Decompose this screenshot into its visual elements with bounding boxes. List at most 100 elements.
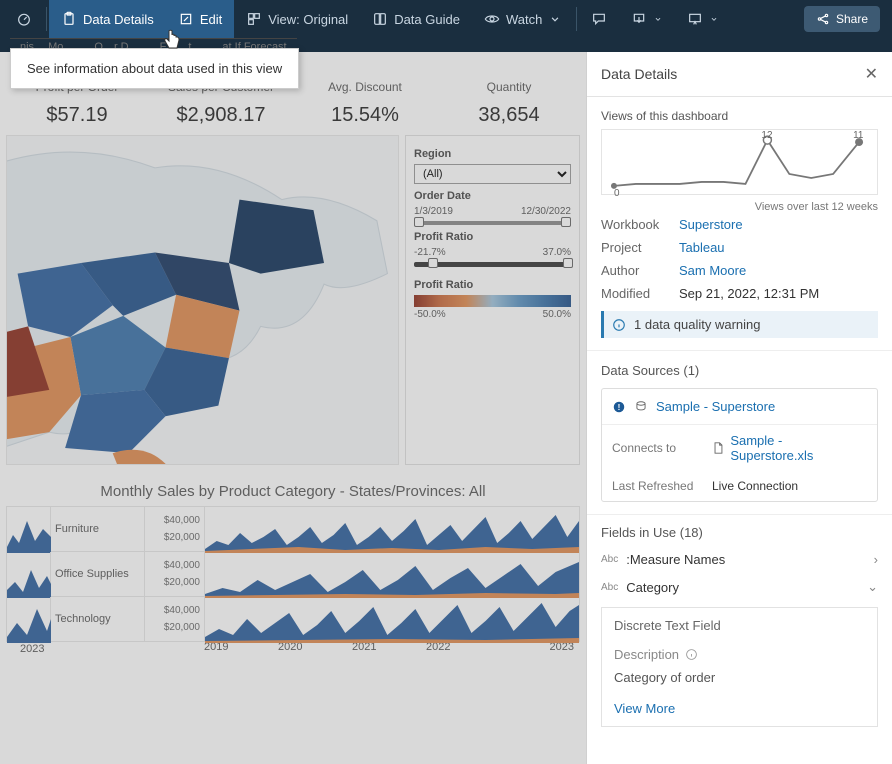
tooltip-text: See information about data used in this … — [27, 61, 282, 76]
meta-key: Workbook — [601, 217, 679, 232]
chevron-right-icon: › — [874, 552, 878, 567]
field-row-measure-names[interactable]: Abc :Measure Names › — [587, 546, 892, 573]
monthly-sales-chart[interactable]: Furniture $40,000 $20,000 Office Supplies… — [0, 506, 586, 659]
map-viz[interactable] — [6, 135, 399, 465]
ds-refreshed-key: Last Refreshed — [612, 479, 712, 493]
filter-orderdate-label: Order Date — [414, 190, 571, 202]
views-sparkline: 0 12 11 — [601, 129, 878, 195]
chart-category-furniture: Furniture — [51, 507, 145, 551]
toolbar-comment[interactable] — [579, 0, 619, 38]
top-toolbar: Data Details Edit View: Original Data Gu… — [0, 0, 892, 38]
kpi-value: 38,654 — [442, 104, 576, 127]
description-label: Description — [614, 647, 679, 662]
field-description: Category of order — [614, 670, 865, 685]
alert-icon: ! — [612, 400, 626, 414]
meta-key: Author — [601, 263, 679, 278]
toolbar-view-label: View: Original — [268, 12, 348, 27]
y-tick: $20,000 — [164, 577, 200, 588]
legend-gradient — [414, 295, 571, 307]
comment-icon — [591, 11, 607, 27]
tooltip-data-details: See information about data used in this … — [10, 48, 299, 89]
filter-region-select[interactable]: (All) — [414, 164, 571, 184]
grid-icon — [246, 11, 262, 27]
x-year: 2020 — [278, 641, 352, 655]
ds-connects-link[interactable]: Sample - Superstore.xls — [730, 433, 867, 463]
panel-title: Data Details — [601, 66, 677, 82]
slider-profit-ratio[interactable] — [414, 262, 571, 267]
y-tick: $20,000 — [164, 622, 200, 633]
meta-project-link[interactable]: Tableau — [679, 240, 725, 255]
kpi-value: $2,908.17 — [154, 104, 288, 127]
toolbar-data-guide[interactable]: Data Guide — [360, 0, 472, 38]
profitratio-from: -21.7% — [414, 247, 446, 258]
spark-first-label: 0 — [614, 188, 620, 196]
toolbar-separator — [46, 7, 47, 31]
chart-category-office: Office Supplies — [51, 552, 145, 596]
dashboard-viewport: Profit per Order $57.19 Sales per Custom… — [0, 52, 586, 764]
toolbar-watch[interactable]: Watch — [472, 0, 574, 38]
kpi-avg-discount: Avg. Discount 15.54% — [298, 80, 432, 127]
toolbar-separator — [576, 7, 577, 31]
toolbar-data-details[interactable]: Data Details — [49, 0, 166, 38]
edit-icon — [178, 11, 194, 27]
y-tick: $40,000 — [164, 560, 200, 571]
field-name: Category — [626, 580, 679, 595]
field-name: :Measure Names — [626, 552, 725, 567]
left-year-axis: 2023 — [6, 641, 50, 655]
speedometer-icon — [16, 11, 32, 27]
meta-key: Modified — [601, 286, 679, 301]
present-icon — [687, 11, 703, 27]
toolbar-data-guide-label: Data Guide — [394, 12, 460, 27]
kpi-quantity: Quantity 38,654 — [442, 80, 576, 127]
chevron-down-icon — [709, 12, 719, 26]
toolbar-speedometer[interactable] — [4, 0, 44, 38]
legend-to: 50.0% — [543, 309, 571, 320]
chart-title: Monthly Sales by Product Category - Stat… — [0, 465, 586, 506]
orderdate-from: 1/3/2019 — [414, 206, 453, 217]
toolbar-view[interactable]: View: Original — [234, 0, 360, 38]
y-tick: $40,000 — [164, 605, 200, 616]
field-row-category[interactable]: Abc Category ⌄ — [587, 573, 892, 601]
data-sources-header: Data Sources (1) — [601, 363, 878, 378]
close-icon[interactable]: ✕ — [865, 64, 878, 84]
data-quality-warning[interactable]: 1 data quality warning — [601, 311, 878, 338]
ds-refreshed-val: Live Connection — [712, 479, 798, 493]
meta-modified: Sep 21, 2022, 12:31 PM — [679, 286, 819, 301]
chevron-down-icon: ⌄ — [867, 579, 878, 595]
kpi-value: 15.54% — [298, 104, 432, 127]
field-detail-box: Discrete Text Field Description Category… — [601, 607, 878, 727]
meta-workbook-link[interactable]: Superstore — [679, 217, 743, 232]
data-source-card: ! Sample - Superstore Connects to Sample… — [601, 388, 878, 502]
legend-label: Profit Ratio — [414, 279, 571, 291]
datasource-name-link[interactable]: Sample - Superstore — [656, 399, 775, 414]
datasource-icon — [634, 400, 648, 414]
kpi-label: Avg. Discount — [298, 80, 432, 94]
slider-order-date[interactable] — [414, 221, 571, 225]
spark-peak-label: 12 — [761, 130, 773, 141]
filter-region-label: Region — [414, 148, 571, 160]
filter-profitratio-label: Profit Ratio — [414, 231, 571, 243]
view-more-link[interactable]: View More — [614, 701, 865, 716]
spark-last-label: 11 — [853, 130, 864, 141]
info-icon — [685, 648, 698, 661]
abc-icon: Abc — [601, 582, 618, 593]
legend-from: -50.0% — [414, 309, 446, 320]
y-tick: $40,000 — [164, 515, 200, 526]
chevron-down-icon — [548, 12, 562, 26]
data-details-panel: Data Details ✕ Views of this dashboard 0… — [586, 52, 892, 764]
fields-header: Fields in Use (18) — [587, 525, 892, 540]
sparkline-note: Views over last 12 weeks — [601, 201, 878, 213]
toolbar-present[interactable] — [675, 0, 731, 38]
meta-key: Project — [601, 240, 679, 255]
toolbar-download[interactable] — [619, 0, 675, 38]
file-icon — [711, 441, 725, 455]
eye-icon — [484, 11, 500, 27]
info-icon — [612, 318, 626, 332]
svg-text:!: ! — [618, 402, 621, 411]
ds-connects-key: Connects to — [612, 441, 711, 455]
clipboard-icon — [61, 11, 77, 27]
kpi-label: Quantity — [442, 80, 576, 94]
meta-author-link[interactable]: Sam Moore — [679, 263, 746, 278]
x-year: 2021 — [352, 641, 426, 655]
share-button[interactable]: Share — [804, 6, 880, 32]
